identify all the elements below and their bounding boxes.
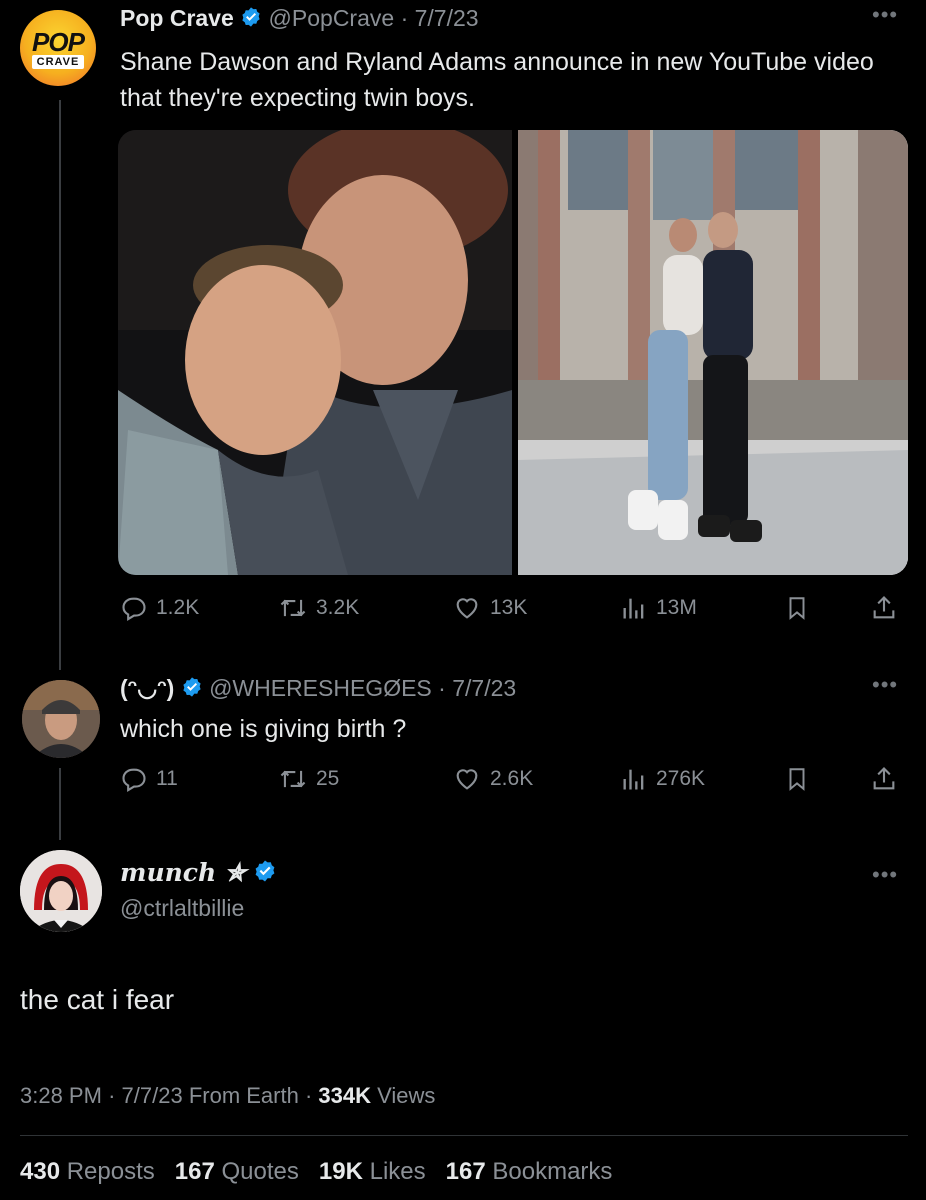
- likes-count: 19K: [318, 1158, 363, 1185]
- avatar[interactable]: POP CRAVE: [20, 10, 96, 86]
- tweet-text: Shane Dawson and Ryland Adams announce i…: [120, 48, 874, 112]
- separator-dot: ·: [400, 5, 409, 31]
- views-label: Views: [377, 1083, 436, 1108]
- more-options-icon[interactable]: •••: [872, 672, 898, 698]
- reply-button[interactable]: 1.2K: [120, 594, 199, 622]
- avatar-logo-text: POP: [32, 27, 85, 57]
- heart-icon: [456, 598, 478, 619]
- verified-badge-icon: [253, 859, 277, 890]
- bookmarks-label: Bookmarks: [492, 1158, 613, 1185]
- tweet-header: (ᵔ◡ᵔ) @WHERESHEGØES · 7/7/23: [120, 675, 516, 704]
- bookmark-button[interactable]: [784, 594, 810, 622]
- views-count: 276K: [656, 767, 706, 790]
- more-options-icon[interactable]: •••: [872, 2, 898, 28]
- likes-stat[interactable]: 19K Likes: [319, 1158, 426, 1185]
- tweet-text: the cat i fear: [20, 984, 175, 1015]
- repost-icon: [280, 770, 306, 788]
- avatar-portrait: [22, 680, 100, 758]
- like-button[interactable]: 13K: [452, 594, 527, 622]
- views-button[interactable]: 13M: [620, 594, 697, 622]
- tweet-date[interactable]: 7/7/23: [452, 675, 516, 701]
- repost-icon: [280, 599, 306, 617]
- quotes-label: Quotes: [221, 1158, 299, 1185]
- author-handle[interactable]: @PopCrave: [269, 5, 395, 31]
- heart-icon: [456, 769, 478, 790]
- tweet-time[interactable]: 3:28 PM: [20, 1083, 102, 1108]
- bookmarks-stat[interactable]: 167 Bookmarks: [446, 1158, 613, 1185]
- likes-label: Likes: [369, 1158, 426, 1185]
- reply-button[interactable]: 11: [120, 765, 178, 793]
- tweet-source: From Earth: [188, 1083, 299, 1108]
- reposts-stat[interactable]: 430 Reposts: [20, 1158, 155, 1185]
- bookmark-button[interactable]: [784, 765, 810, 793]
- repost-button[interactable]: 3.2K: [278, 594, 359, 622]
- tweet-text: which one is giving birth ?: [120, 715, 407, 743]
- tweet-photo-right[interactable]: [518, 130, 908, 575]
- tweet-meta: 3:28 PM · 7/7/23 From Earth · 334K Views: [20, 1083, 435, 1109]
- author-name[interactable]: (ᵔ◡ᵔ): [120, 675, 174, 701]
- tweet-header: munch ✯: [120, 858, 277, 890]
- avatar[interactable]: [20, 850, 102, 932]
- reposts-count: 430: [20, 1158, 61, 1185]
- avatar-portrait: [20, 850, 102, 932]
- divider: [20, 1135, 908, 1136]
- photo-couple-building: [518, 130, 908, 575]
- repost-button[interactable]: 25: [278, 765, 339, 793]
- views-button[interactable]: 276K: [620, 765, 705, 793]
- reply-icon: [122, 597, 146, 621]
- share-button[interactable]: [870, 594, 898, 622]
- avatar-logo-subtext: CRAVE: [32, 55, 84, 69]
- tweet-photo-left[interactable]: [118, 130, 512, 575]
- author-name[interactable]: Pop Crave: [120, 5, 234, 31]
- tweet-header: Pop Crave @PopCrave · 7/7/23: [120, 5, 479, 34]
- views-count: 334K: [318, 1083, 372, 1108]
- views-chart-icon: [623, 769, 644, 790]
- tweet-date[interactable]: 7/7/23: [122, 1083, 183, 1108]
- reply-count: 1.2K: [156, 596, 200, 619]
- thread-line: [59, 768, 61, 840]
- quotes-stat[interactable]: 167 Quotes: [175, 1158, 299, 1185]
- photo-couple-selfie: [118, 130, 512, 575]
- like-count: 2.6K: [490, 767, 534, 790]
- separator-dot: ·: [108, 1083, 116, 1108]
- like-count: 13K: [490, 596, 528, 619]
- bookmarks-count: 167: [445, 1158, 486, 1185]
- verified-badge-icon: [181, 676, 203, 704]
- reposts-label: Reposts: [66, 1158, 155, 1185]
- bookmark-icon: [789, 597, 805, 620]
- author-name[interactable]: munch ✯: [120, 858, 246, 887]
- thread-line: [59, 100, 61, 670]
- bookmark-icon: [789, 768, 805, 791]
- tweet-date[interactable]: 7/7/23: [415, 5, 479, 31]
- views-count: 13M: [656, 596, 697, 619]
- separator-dot: ·: [438, 675, 446, 701]
- author-handle[interactable]: @ctrlaltbillie: [120, 895, 244, 922]
- reply-icon: [122, 768, 146, 792]
- reply-count: 11: [156, 767, 178, 790]
- engagement-stats: 430 Reposts 167 Quotes 19K Likes 167 Boo…: [20, 1158, 612, 1186]
- repost-count: 3.2K: [316, 596, 360, 619]
- repost-count: 25: [316, 767, 340, 790]
- share-icon: [873, 767, 895, 790]
- share-icon: [873, 596, 895, 619]
- like-button[interactable]: 2.6K: [452, 765, 533, 793]
- quotes-count: 167: [174, 1158, 215, 1185]
- verified-badge-icon: [240, 6, 262, 34]
- views-chart-icon: [623, 598, 644, 619]
- author-handle[interactable]: @WHERESHEGØES: [209, 675, 432, 701]
- share-button[interactable]: [870, 765, 898, 793]
- avatar[interactable]: [22, 680, 100, 758]
- more-options-icon[interactable]: •••: [872, 862, 898, 888]
- separator-dot: ·: [304, 1083, 313, 1108]
